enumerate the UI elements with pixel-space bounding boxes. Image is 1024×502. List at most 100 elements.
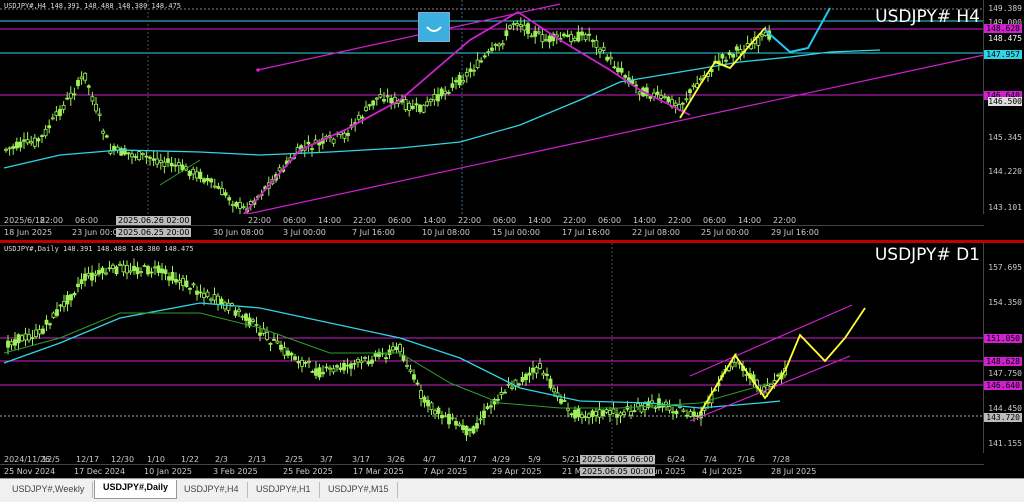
h4-symbol-title: USDJPY# H4 bbox=[875, 7, 980, 27]
candle-body bbox=[636, 403, 640, 408]
d1-price-label: 157.695 bbox=[988, 263, 1022, 272]
candle-body bbox=[121, 264, 126, 273]
d1-time-label: 12/5 bbox=[42, 455, 60, 464]
candle-body bbox=[598, 48, 602, 53]
candle-body bbox=[114, 266, 119, 275]
candle-body bbox=[230, 203, 235, 206]
candle-body bbox=[454, 80, 458, 83]
d1-date-label: 10 Jan 2025 bbox=[144, 467, 192, 476]
d1-symbol-title: USDJPY# D1 bbox=[874, 245, 980, 265]
candle-body bbox=[68, 92, 73, 99]
tab-daily[interactable]: USDJPY#,Daily bbox=[94, 480, 178, 499]
candle-body bbox=[223, 192, 228, 196]
tab-h4[interactable]: USDJPY#,H4 bbox=[176, 482, 248, 498]
candle-body bbox=[611, 408, 616, 414]
candle-body bbox=[587, 413, 591, 418]
h4-time-label: 06:00 bbox=[598, 216, 622, 225]
h4-price-label: 145.345 bbox=[988, 133, 1022, 142]
candle-body bbox=[601, 46, 606, 51]
candle-body bbox=[202, 293, 206, 298]
d1-time-label: 1/10 bbox=[147, 455, 165, 464]
candle-body bbox=[637, 91, 642, 95]
candle-body bbox=[25, 139, 30, 144]
candle-body bbox=[41, 328, 45, 334]
candle-body bbox=[506, 383, 511, 386]
h4-time-label: 22:00 bbox=[668, 216, 692, 225]
candle-body bbox=[317, 367, 322, 378]
d1-price-tag: 148.628 bbox=[984, 357, 1022, 366]
candle-body bbox=[421, 104, 426, 113]
h4-price-label: 149.389 bbox=[988, 4, 1022, 13]
d1-time-label: 3/26 bbox=[387, 455, 405, 464]
candle-body bbox=[83, 273, 87, 281]
h4-date-label: 30 Jun 08:00 bbox=[213, 228, 264, 237]
candle-body bbox=[137, 151, 142, 161]
candle-body bbox=[685, 414, 689, 417]
candle-body bbox=[655, 91, 660, 95]
candle-body bbox=[692, 411, 696, 417]
candle-body bbox=[345, 364, 350, 367]
candle-body bbox=[268, 342, 273, 345]
candle-body bbox=[657, 398, 661, 408]
tab-h1[interactable]: USDJPY#,H1 bbox=[248, 482, 320, 498]
candle-body bbox=[373, 353, 378, 357]
d1-chart-canvas[interactable] bbox=[0, 243, 984, 463]
h4-info-line: USDJPY#,H4 148.391 148.488 148.380 148.4… bbox=[4, 2, 182, 10]
h4-chart-pane[interactable]: USDJPY#,H4 148.391 148.488 148.380 148.4… bbox=[0, 0, 1024, 240]
d1-price-label: 141.155 bbox=[988, 439, 1022, 448]
candle-body bbox=[43, 128, 48, 137]
candle-body bbox=[265, 331, 269, 340]
h4-time-label: 22:00 bbox=[40, 216, 64, 225]
candle-body bbox=[237, 309, 241, 313]
candle-body bbox=[536, 31, 541, 34]
candle-body bbox=[763, 31, 768, 37]
candle-body bbox=[50, 117, 55, 120]
candle-body bbox=[454, 421, 458, 426]
tab-weekly[interactable]: USDJPY#,Weekly bbox=[4, 482, 94, 498]
d1-time-label: 5/9 bbox=[528, 455, 541, 464]
candle-body bbox=[436, 407, 441, 414]
candle-body bbox=[55, 309, 59, 316]
candle-body bbox=[479, 60, 484, 63]
candle-body bbox=[526, 23, 530, 34]
candle-body bbox=[286, 350, 290, 356]
candle-body bbox=[500, 43, 505, 46]
candle-body bbox=[32, 137, 37, 147]
h4-price-axis: 149.389 149.000 148.628 148.475 147.957 … bbox=[983, 0, 1024, 240]
candle-body bbox=[412, 374, 416, 380]
h4-cursor-date: 2025.06.25 20:00 bbox=[116, 228, 192, 237]
smiley-icon-button[interactable] bbox=[418, 12, 450, 42]
candle-body bbox=[126, 152, 131, 155]
candle-body bbox=[461, 425, 465, 431]
candle-body bbox=[776, 374, 780, 377]
d1-date-label: 25 Nov 2024 bbox=[4, 467, 56, 476]
tab-m15[interactable]: USDJPY#,M15 bbox=[320, 482, 398, 498]
candle-body bbox=[177, 279, 182, 283]
candle-body bbox=[524, 373, 528, 380]
candle-body bbox=[331, 368, 336, 373]
candle-body bbox=[254, 323, 259, 326]
candle-body bbox=[405, 364, 409, 367]
candle-body bbox=[569, 413, 574, 416]
candle-body bbox=[565, 34, 570, 37]
candle-body bbox=[202, 178, 206, 183]
candle-body bbox=[511, 23, 516, 26]
d1-date-label: 7 Apr 2025 bbox=[423, 467, 468, 476]
candle-body bbox=[146, 265, 150, 275]
candle-body bbox=[51, 312, 56, 318]
d1-chart-pane[interactable]: USDJPY#,Daily 148.391 148.488 148.380 14… bbox=[0, 243, 1024, 477]
candle-body bbox=[594, 40, 599, 48]
candle-body bbox=[533, 30, 538, 37]
candle-body bbox=[398, 344, 402, 353]
candle-body bbox=[76, 79, 80, 87]
candle-body bbox=[407, 102, 412, 111]
candle-body bbox=[566, 408, 570, 411]
d1-time-label: 12/30 bbox=[111, 455, 135, 464]
d1-date-label: 28 Jul 2025 bbox=[771, 467, 817, 476]
candle-body bbox=[37, 329, 42, 335]
candle-body bbox=[731, 54, 736, 58]
h4-time-label: 22:00 bbox=[458, 216, 482, 225]
h4-chart-canvas[interactable] bbox=[0, 0, 984, 226]
candle-body bbox=[289, 352, 294, 356]
candle-body bbox=[83, 72, 88, 81]
